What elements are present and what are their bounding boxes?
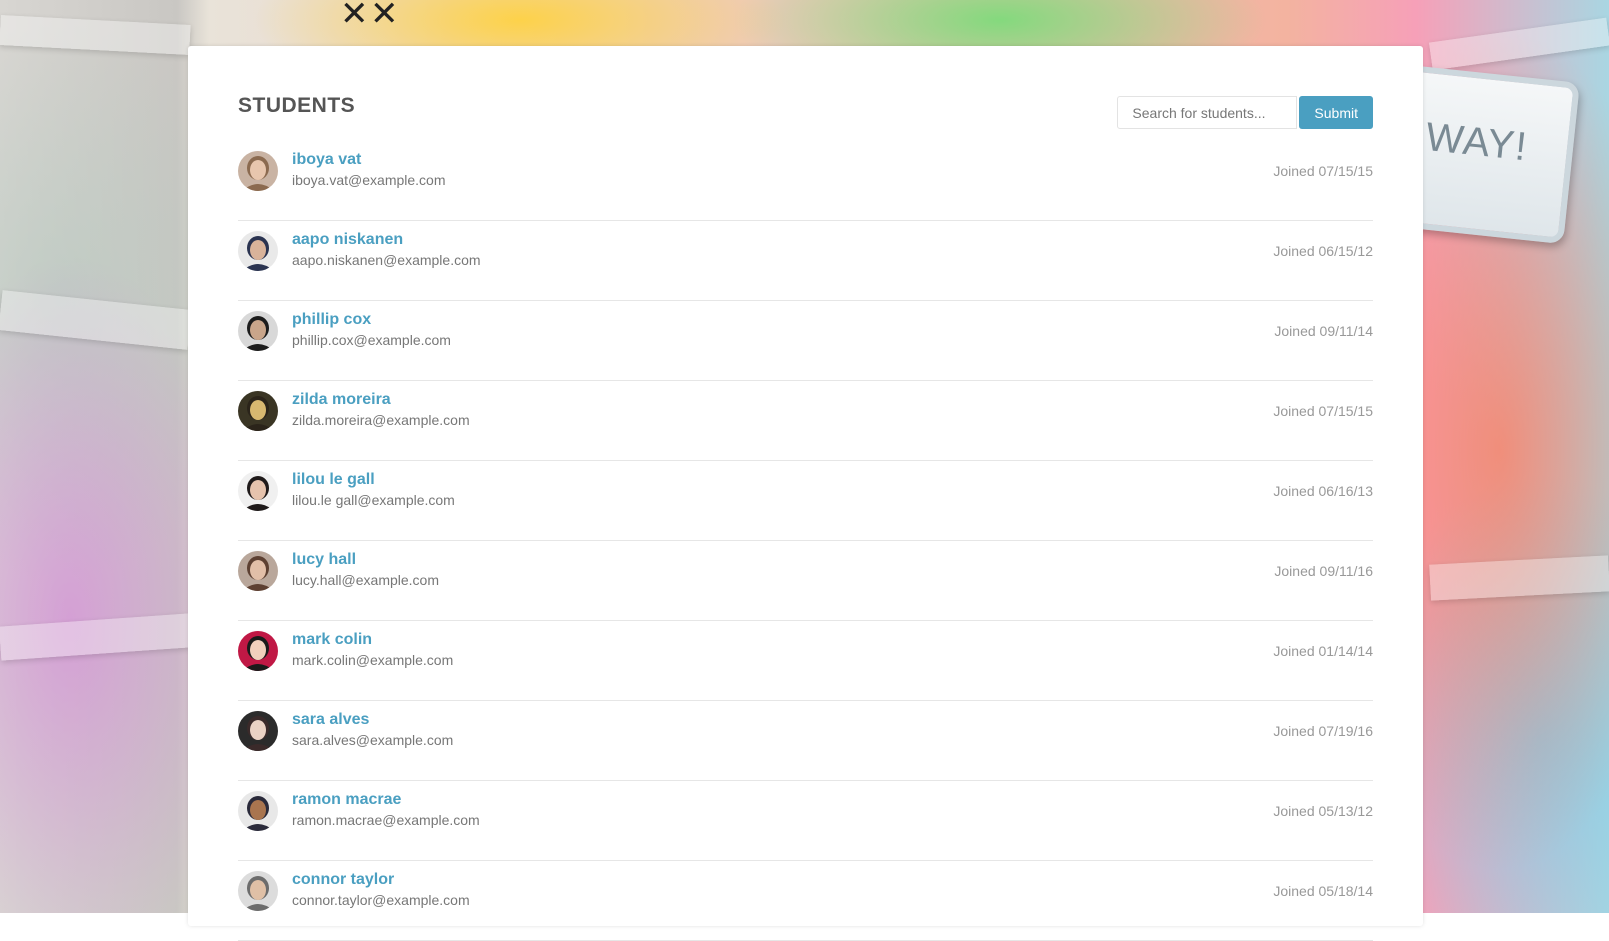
submit-button[interactable]: Submit	[1299, 96, 1373, 129]
background-beam	[0, 613, 191, 661]
student-name-link[interactable]: phillip cox	[292, 311, 371, 329]
student-email: aapo.niskanen@example.com	[292, 252, 481, 268]
student-name-link[interactable]: zilda moreira	[292, 391, 391, 409]
avatar[interactable]	[238, 151, 278, 191]
avatar[interactable]	[238, 231, 278, 271]
student-name-link[interactable]: mark colin	[292, 631, 372, 649]
student-email: ramon.macrae@example.com	[292, 812, 480, 828]
avatar[interactable]	[238, 471, 278, 511]
student-row: ramon macrae ramon.macrae@example.com Jo…	[238, 781, 1373, 861]
avatar[interactable]	[238, 711, 278, 751]
avatar[interactable]	[238, 551, 278, 591]
student-email: zilda.moreira@example.com	[292, 412, 470, 428]
student-name-link[interactable]: lucy hall	[292, 551, 356, 569]
background-beam	[1428, 17, 1609, 71]
background-x-mark: ✕	[370, 0, 399, 33]
student-name-link[interactable]: iboya vat	[292, 151, 361, 169]
student-joined-date: Joined 09/11/16	[1274, 563, 1373, 579]
search-input[interactable]	[1117, 96, 1298, 129]
student-email: lucy.hall@example.com	[292, 572, 440, 588]
student-list: iboya vat iboya.vat@example.com Joined 0…	[238, 141, 1373, 941]
avatar-photo	[238, 231, 278, 271]
avatar-photo	[238, 471, 278, 511]
student-name-link[interactable]: lilou le gall	[292, 471, 375, 489]
student-joined-date: Joined 06/16/13	[1273, 483, 1373, 499]
avatar[interactable]	[238, 631, 278, 671]
avatar-photo	[238, 551, 278, 591]
student-row: phillip cox phillip.cox@example.com Join…	[238, 301, 1373, 381]
student-joined-date: Joined 05/18/14	[1273, 883, 1373, 899]
background-beam	[0, 15, 191, 55]
student-email: iboya.vat@example.com	[292, 172, 446, 188]
student-joined-date: Joined 01/14/14	[1273, 643, 1373, 659]
student-name-link[interactable]: aapo niskanen	[292, 231, 403, 249]
avatar[interactable]	[238, 311, 278, 351]
student-row: aapo niskanen aapo.niskanen@example.com …	[238, 221, 1373, 301]
student-row: connor taylor connor.taylor@example.com …	[238, 861, 1373, 941]
avatar-photo	[238, 151, 278, 191]
avatar-photo	[238, 311, 278, 351]
avatar-photo	[238, 631, 278, 671]
student-row: lilou le gall lilou.le gall@example.com …	[238, 461, 1373, 541]
student-email: phillip.cox@example.com	[292, 332, 451, 348]
student-name-link[interactable]: connor taylor	[292, 871, 394, 889]
student-email: lilou.le gall@example.com	[292, 492, 455, 508]
students-panel: STUDENTS Submit iboya vat iboya.vat@exam…	[188, 46, 1423, 941]
student-row: lucy hall lucy.hall@example.com Joined 0…	[238, 541, 1373, 621]
avatar-photo	[238, 871, 278, 911]
student-name-link[interactable]: ramon macrae	[292, 791, 401, 809]
student-email: connor.taylor@example.com	[292, 892, 470, 908]
search-form: Submit	[1117, 96, 1373, 129]
avatar[interactable]	[238, 791, 278, 831]
avatar-photo	[238, 711, 278, 751]
student-joined-date: Joined 09/11/14	[1274, 323, 1373, 339]
student-joined-date: Joined 05/13/12	[1273, 803, 1373, 819]
student-joined-date: Joined 06/15/12	[1273, 243, 1373, 259]
student-email: mark.colin@example.com	[292, 652, 454, 668]
avatar-photo	[238, 391, 278, 431]
avatar[interactable]	[238, 871, 278, 911]
background-beam	[1429, 555, 1609, 601]
avatar-photo	[238, 791, 278, 831]
student-joined-date: Joined 07/15/15	[1273, 163, 1373, 179]
background-beam	[0, 290, 192, 350]
background-x-mark: ✕	[340, 0, 369, 33]
student-joined-date: Joined 07/15/15	[1273, 403, 1373, 419]
student-row: zilda moreira zilda.moreira@example.com …	[238, 381, 1373, 461]
student-joined-date: Joined 07/19/16	[1273, 723, 1373, 739]
student-row: sara alves sara.alves@example.com Joined…	[238, 701, 1373, 781]
student-row: iboya vat iboya.vat@example.com Joined 0…	[238, 141, 1373, 221]
student-email: sara.alves@example.com	[292, 732, 454, 748]
student-name-link[interactable]: sara alves	[292, 711, 369, 729]
avatar[interactable]	[238, 391, 278, 431]
student-row: mark colin mark.colin@example.com Joined…	[238, 621, 1373, 701]
page-title: STUDENTS	[238, 94, 356, 117]
